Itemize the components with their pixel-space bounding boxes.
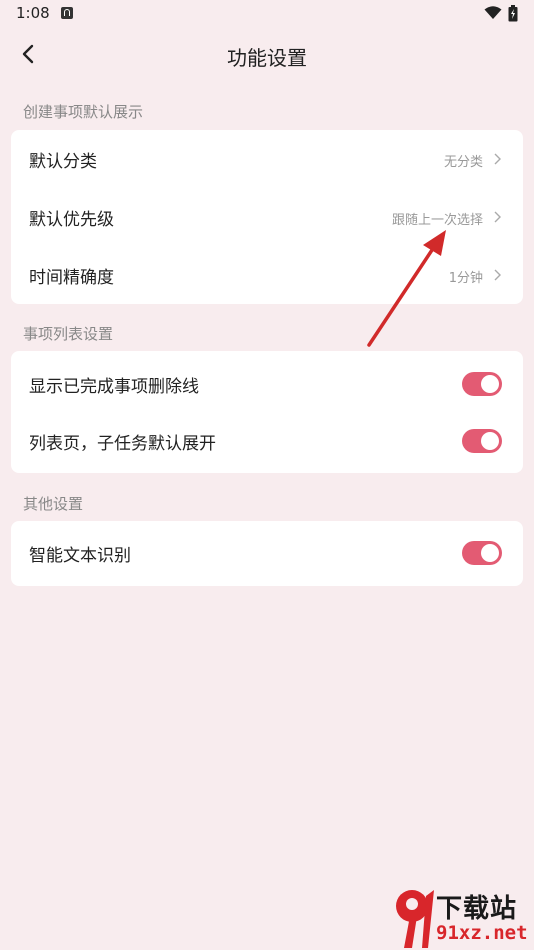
watermark-url: 91xz.net <box>436 922 528 944</box>
watermark: 下载站 91xz.net <box>392 886 534 950</box>
site-logo-icon <box>396 890 434 948</box>
watermark-title: 下载站 <box>436 894 518 924</box>
annotation-arrow <box>367 230 446 347</box>
